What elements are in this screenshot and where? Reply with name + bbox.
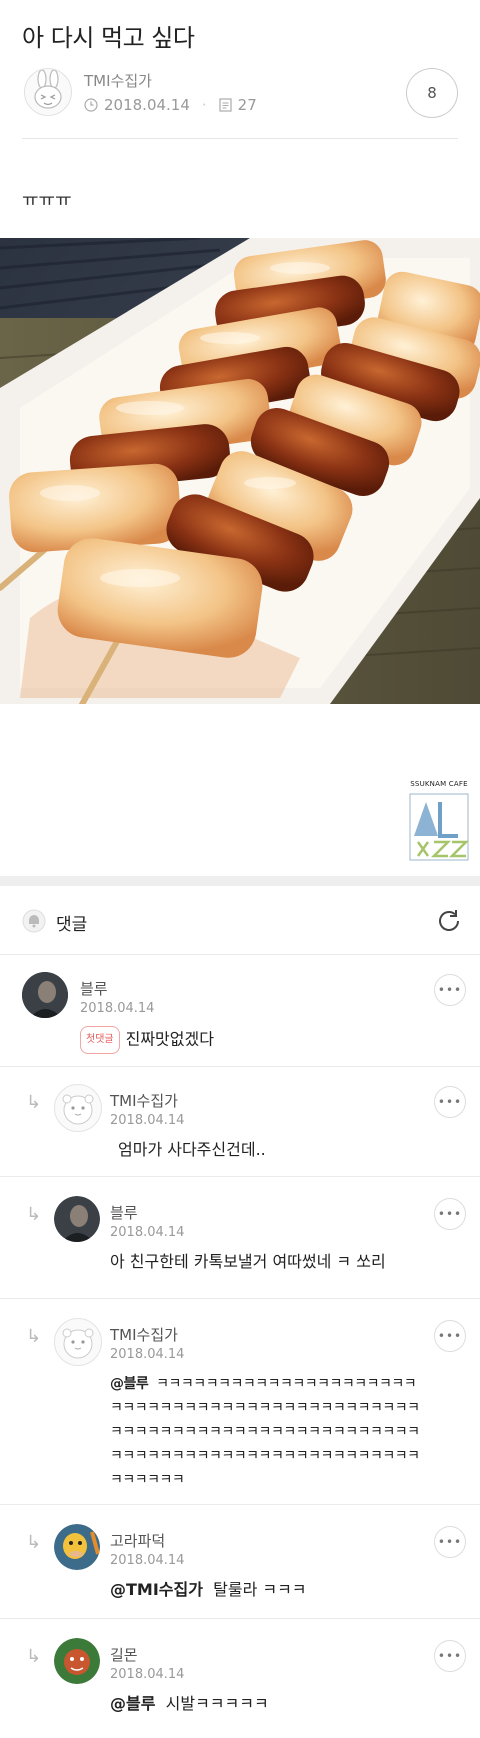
commenter-name[interactable]: TMI수집가 [110,1324,178,1345]
character-avatar-icon [54,1638,100,1684]
comment-date: 2018.04.14 [110,1667,185,1682]
comment-body: 시발ㅋㅋㅋㅋㅋ [165,1694,269,1713]
comment-body-line: ㅋㅋㅋㅋㅋㅋㅋㅋㅋㅋㅋㅋㅋㅋㅋㅋㅋㅋㅋㅋㅋㅋㅋㅋㅋ [110,1448,420,1464]
comment-body: 엄마가 사다주신건데.. [118,1140,266,1159]
commenter-avatar[interactable] [54,1084,102,1132]
row-divider [0,1618,480,1619]
commenter-avatar[interactable] [54,1524,100,1570]
bunny-avatar-icon [34,69,62,109]
post-date: 2018.04.14 [104,96,190,114]
comment-count: 8 [427,84,437,102]
ryan-character-icon [62,1094,94,1125]
psyduck-avatar-icon [54,1524,100,1570]
row-divider [0,1066,480,1067]
commenter-avatar[interactable] [54,1196,100,1242]
mention-link[interactable]: @블루 [110,1694,155,1713]
refresh-icon[interactable] [436,908,462,934]
commenter-avatar[interactable] [54,1638,100,1684]
commenter-name[interactable]: 블루 [80,978,108,999]
clock-icon [84,98,98,112]
comment-date: 2018.04.14 [110,1347,185,1362]
comment-body-line: ㅋㅋㅋㅋㅋㅋㅋㅋㅋㅋㅋㅋㅋㅋㅋㅋㅋㅋㅋㅋㅋㅋㅋㅋㅋ [110,1424,420,1440]
post-body-text: ㅠㅠㅠ [22,190,72,211]
more-options-button[interactable]: ••• [434,1526,466,1558]
section-divider [0,876,480,886]
author-name[interactable]: TMI수집가 [84,70,152,91]
ryan-character-icon [62,1328,94,1359]
reply-item [54,1318,102,1366]
header-divider [22,138,458,139]
reply-item [54,1196,100,1242]
commenter-name[interactable]: 고라파덕 [110,1530,165,1551]
reply-item [54,1638,100,1684]
more-options-button[interactable]: ••• [434,974,466,1006]
comment-date: 2018.04.14 [80,1001,155,1016]
comment-date: 2018.04.14 [110,1113,185,1128]
comment-item [22,972,68,1018]
commenter-name[interactable]: 블루 [110,1202,138,1223]
comment-body-line: ㅋㅋㅋㅋㅋㅋㅋㅋㅋㅋㅋㅋㅋㅋㅋㅋㅋㅋㅋㅋㅋ [156,1376,417,1392]
row-divider [0,1504,480,1505]
reply-arrow-icon: ↳ [26,1092,42,1113]
commenter-name[interactable]: TMI수집가 [110,1090,178,1111]
comments-label: 댓글 [56,915,88,935]
comment-text: 첫댓글 진짜맛없겠다 [80,1026,214,1054]
more-options-button[interactable]: ••• [434,1086,466,1118]
comment-date: 2018.04.14 [110,1225,185,1240]
comment-body: 아 친구한테 카톡보낼거 여따썼네 ㅋ 쏘리 [110,1252,386,1271]
cafe-logo-icon [409,793,470,861]
post-meta: 2018.04.14 · 27 [84,96,257,114]
comment-body: 탈룰라 ㅋㅋㅋ [213,1580,307,1599]
commenter-avatar[interactable] [22,972,68,1018]
first-comment-badge: 첫댓글 [80,1026,120,1054]
row-divider [0,954,480,955]
comment-body-line: ㅋㅋㅋㅋㅋㅋ [110,1472,185,1488]
commenter-name[interactable]: 길몬 [110,1644,138,1665]
comment-text: @블루 시발ㅋㅋㅋㅋㅋ [110,1692,269,1716]
author-avatar[interactable] [24,68,72,116]
comment-text: @블루 ㅋㅋㅋㅋㅋㅋㅋㅋㅋㅋㅋㅋㅋㅋㅋㅋㅋㅋㅋㅋㅋ ㅋㅋㅋㅋㅋㅋㅋㅋㅋㅋㅋㅋㅋㅋ… [110,1372,420,1492]
cafe-watermark-logo: SSUKNAM CAFE [408,780,470,868]
commenter-avatar[interactable] [54,1318,102,1366]
post-title: 아 다시 먹고 싶다 [22,24,195,52]
row-divider [0,1298,480,1299]
view-count: 27 [237,96,257,114]
reply-arrow-icon: ↳ [26,1532,42,1553]
mention-link[interactable]: @블루 [110,1376,149,1392]
comment-body: 진짜맛없겠다 [125,1029,214,1049]
comment-date: 2018.04.14 [110,1553,185,1568]
row-divider [0,1176,480,1177]
comment-body-line: ㅋㅋㅋㅋㅋㅋㅋㅋㅋㅋㅋㅋㅋㅋㅋㅋㅋㅋㅋㅋㅋㅋㅋㅋㅋ [110,1400,420,1416]
comment-count-button[interactable]: 8 [406,68,458,118]
meta-separator: · [201,96,207,114]
post-photo [0,238,480,704]
bell-icon [22,909,46,933]
more-options-button[interactable]: ••• [434,1320,466,1352]
comments-header: 댓글 [0,886,480,956]
reply-arrow-icon: ↳ [26,1204,42,1225]
mention-link[interactable]: @TMI수집가 [110,1580,203,1599]
more-options-button[interactable]: ••• [434,1640,466,1672]
reply-arrow-icon: ↳ [26,1326,42,1347]
reply-item [54,1524,100,1570]
document-icon [219,98,232,112]
cafe-watermark-text: SSUKNAM CAFE [410,780,468,788]
reply-arrow-icon: ↳ [26,1646,42,1667]
reply-item [54,1084,102,1132]
more-options-button[interactable]: ••• [434,1198,466,1230]
comment-text: @TMI수집가 탈룰라 ㅋㅋㅋ [110,1578,307,1602]
